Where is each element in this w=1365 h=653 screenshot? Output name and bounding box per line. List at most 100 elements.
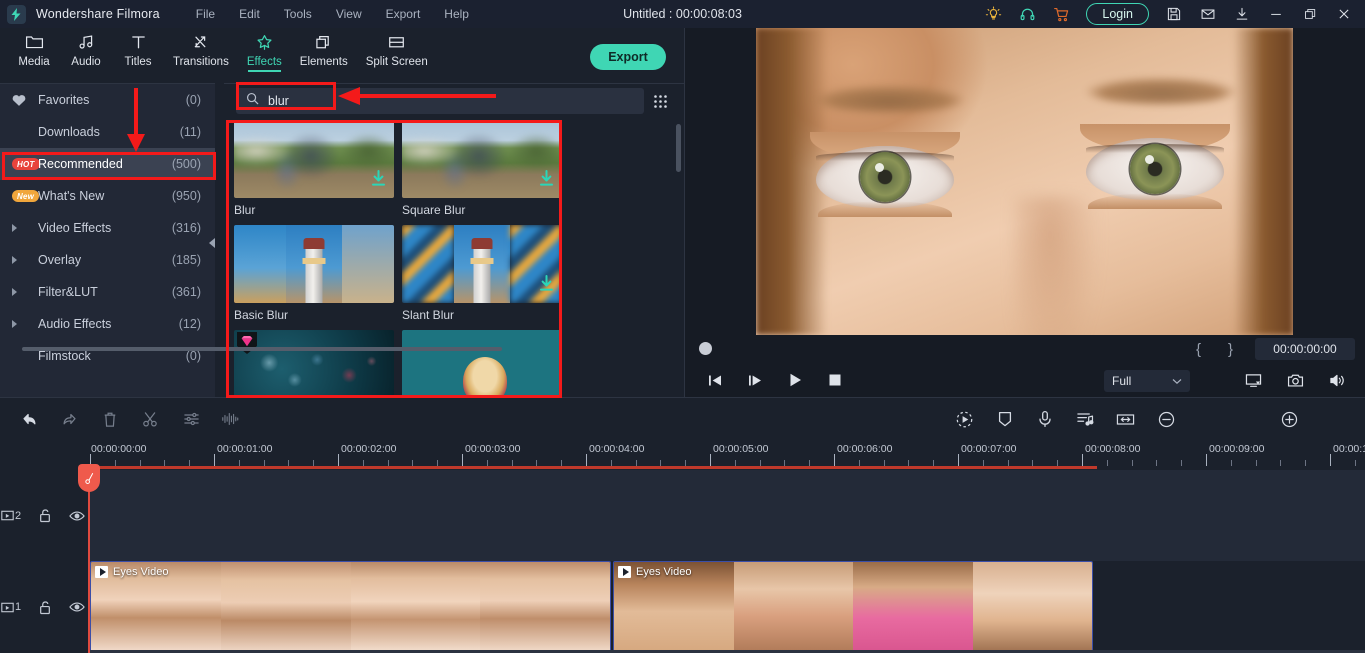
ruler-label: 00:00:08:00 <box>1085 443 1141 455</box>
mark-in-button[interactable]: { <box>1196 341 1201 358</box>
effects-grid-scroll[interactable]: Blur Square Blur Basic Blur Slant Blur <box>228 120 676 396</box>
lightbulb-icon[interactable] <box>976 0 1010 28</box>
color-shield-icon[interactable] <box>993 408 1017 430</box>
effects-panel-scrollbar[interactable] <box>676 124 681 172</box>
delete-trash-icon[interactable] <box>98 408 122 430</box>
fit-timeline-icon[interactable] <box>1113 408 1137 430</box>
save-icon[interactable] <box>1157 0 1191 28</box>
menu-item-tools[interactable]: Tools <box>272 4 324 24</box>
effect-card-basic-blur[interactable]: Basic Blur <box>234 225 394 322</box>
screen-mode-icon[interactable] <box>1242 370 1264 390</box>
settings-sliders-icon[interactable] <box>179 408 203 430</box>
toolbar-tab-titles[interactable]: Titles <box>112 28 164 68</box>
menu-item-edit[interactable]: Edit <box>227 4 272 24</box>
effect-card-teal[interactable] <box>402 330 562 396</box>
preview-seek-knob[interactable] <box>699 342 712 355</box>
ruler-tick <box>214 454 215 466</box>
track-2-body[interactable] <box>88 470 1365 561</box>
volume-icon[interactable] <box>1326 370 1348 390</box>
search-input[interactable] <box>268 94 598 108</box>
timeline-clip[interactable]: Eyes Video <box>613 561 1093 653</box>
headset-icon[interactable] <box>1010 0 1044 28</box>
split-scissors-icon[interactable] <box>138 408 162 430</box>
sidebar-item-filter-lut[interactable]: Filter&LUT (361) <box>0 276 215 308</box>
effect-card-blur[interactable]: Blur <box>234 120 394 217</box>
export-button[interactable]: Export <box>590 44 666 70</box>
menu-item-export[interactable]: Export <box>374 4 433 24</box>
effect-card-square-blur[interactable]: Square Blur <box>402 120 562 217</box>
snapshot-camera-icon[interactable] <box>1284 370 1306 390</box>
voiceover-mic-icon[interactable] <box>1033 408 1057 430</box>
sidebar-item-filter-lut-count: (361) <box>171 285 201 299</box>
preview-timecode[interactable]: 00:00:00:00 <box>1255 338 1355 360</box>
sidebar-item-video-effects[interactable]: Video Effects (316) <box>0 212 215 244</box>
minimize-icon[interactable] <box>1259 0 1293 28</box>
prev-frame-icon[interactable] <box>704 370 726 390</box>
preview-seek-track[interactable] <box>22 347 502 351</box>
effect-card-bokeh[interactable] <box>234 330 394 396</box>
ruler-label: 00:00:06:00 <box>837 443 893 455</box>
auto-beat-icon[interactable] <box>1073 408 1097 430</box>
zoom-in-icon[interactable] <box>1277 408 1301 430</box>
playhead[interactable] <box>78 464 100 653</box>
playhead-knob[interactable] <box>78 464 100 492</box>
download-icon[interactable] <box>1225 0 1259 28</box>
toolbar-tab-split-screen[interactable]: Split Screen <box>357 28 437 68</box>
preview-video-frame[interactable] <box>756 28 1293 335</box>
login-button[interactable]: Login <box>1086 3 1149 25</box>
toolbar-tab-effects-label: Effects <box>246 56 282 68</box>
redo-icon[interactable] <box>58 408 82 430</box>
motion-tracking-icon[interactable] <box>952 408 976 430</box>
sidebar-item-audio-effects[interactable]: Audio Effects (12) <box>0 308 215 340</box>
mark-out-button[interactable]: } <box>1228 341 1233 358</box>
cart-icon[interactable] <box>1044 0 1078 28</box>
toolbar-tab-elements[interactable]: Elements <box>291 28 357 68</box>
unlock-icon[interactable] <box>34 600 56 615</box>
timeline-clip[interactable]: Eyes Video <box>90 561 611 653</box>
track-1-body[interactable]: Eyes Video Eyes Video <box>88 561 1365 653</box>
effect-card-label: Blur <box>234 203 256 217</box>
main-toolbar: Media Audio Titles Transitions Effects E… <box>0 28 684 83</box>
unlock-icon[interactable] <box>34 508 56 523</box>
sidebar-collapse-button[interactable] <box>207 232 217 254</box>
sidebar-item-recommended[interactable]: HOT Recommended (500) <box>0 148 215 180</box>
zoom-out-icon[interactable] <box>1154 408 1178 430</box>
sidebar-item-favorites-label: Favorites <box>38 93 90 107</box>
eye-icon[interactable] <box>66 510 88 522</box>
eye-icon[interactable] <box>66 601 88 613</box>
effect-card-slant-blur[interactable]: Slant Blur <box>402 225 562 322</box>
sidebar-item-downloads[interactable]: Downloads (11) <box>0 116 215 148</box>
close-icon[interactable] <box>1327 0 1361 28</box>
sidebar-item-whats-new[interactable]: New What's New (950) <box>0 180 215 212</box>
sidebar-item-audio-effects-count: (12) <box>178 317 201 331</box>
effect-card-label: Basic Blur <box>234 308 289 322</box>
toolbar-tab-audio[interactable]: Audio <box>60 28 112 68</box>
filmora-logo-icon <box>11 7 21 21</box>
download-icon[interactable] <box>371 170 386 192</box>
ruler-tick <box>1330 454 1331 466</box>
grid-view-icon[interactable] <box>646 88 674 114</box>
menu-item-view[interactable]: View <box>324 4 374 24</box>
restore-icon[interactable] <box>1293 0 1327 28</box>
mail-icon[interactable] <box>1191 0 1225 28</box>
resolution-select[interactable]: Full <box>1104 370 1190 392</box>
sidebar-item-overlay[interactable]: Overlay (185) <box>0 244 215 276</box>
toolbar-tab-effects[interactable]: Effects <box>238 28 291 72</box>
transition-arrows-icon <box>191 32 210 52</box>
toolbar-tab-media[interactable]: Media <box>8 28 60 68</box>
sidebar-item-filmstock[interactable]: Filmstock (0) <box>0 340 215 372</box>
download-icon[interactable] <box>539 170 554 192</box>
menu-item-help[interactable]: Help <box>432 4 481 24</box>
stop-icon[interactable] <box>824 370 846 390</box>
undo-icon[interactable] <box>17 408 41 430</box>
toolbar-tab-transitions[interactable]: Transitions <box>164 28 238 68</box>
sidebar-item-favorites[interactable]: Favorites (0) <box>0 84 215 116</box>
audio-waveform-icon[interactable] <box>218 408 242 430</box>
next-frame-icon[interactable] <box>744 370 766 390</box>
download-icon[interactable] <box>539 275 554 297</box>
menu-item-file[interactable]: File <box>184 4 227 24</box>
chevron-down-icon <box>1172 374 1182 388</box>
sidebar-item-filmstock-count: (0) <box>185 349 201 363</box>
play-icon[interactable] <box>784 370 806 390</box>
effects-search-bar[interactable] <box>236 88 644 114</box>
